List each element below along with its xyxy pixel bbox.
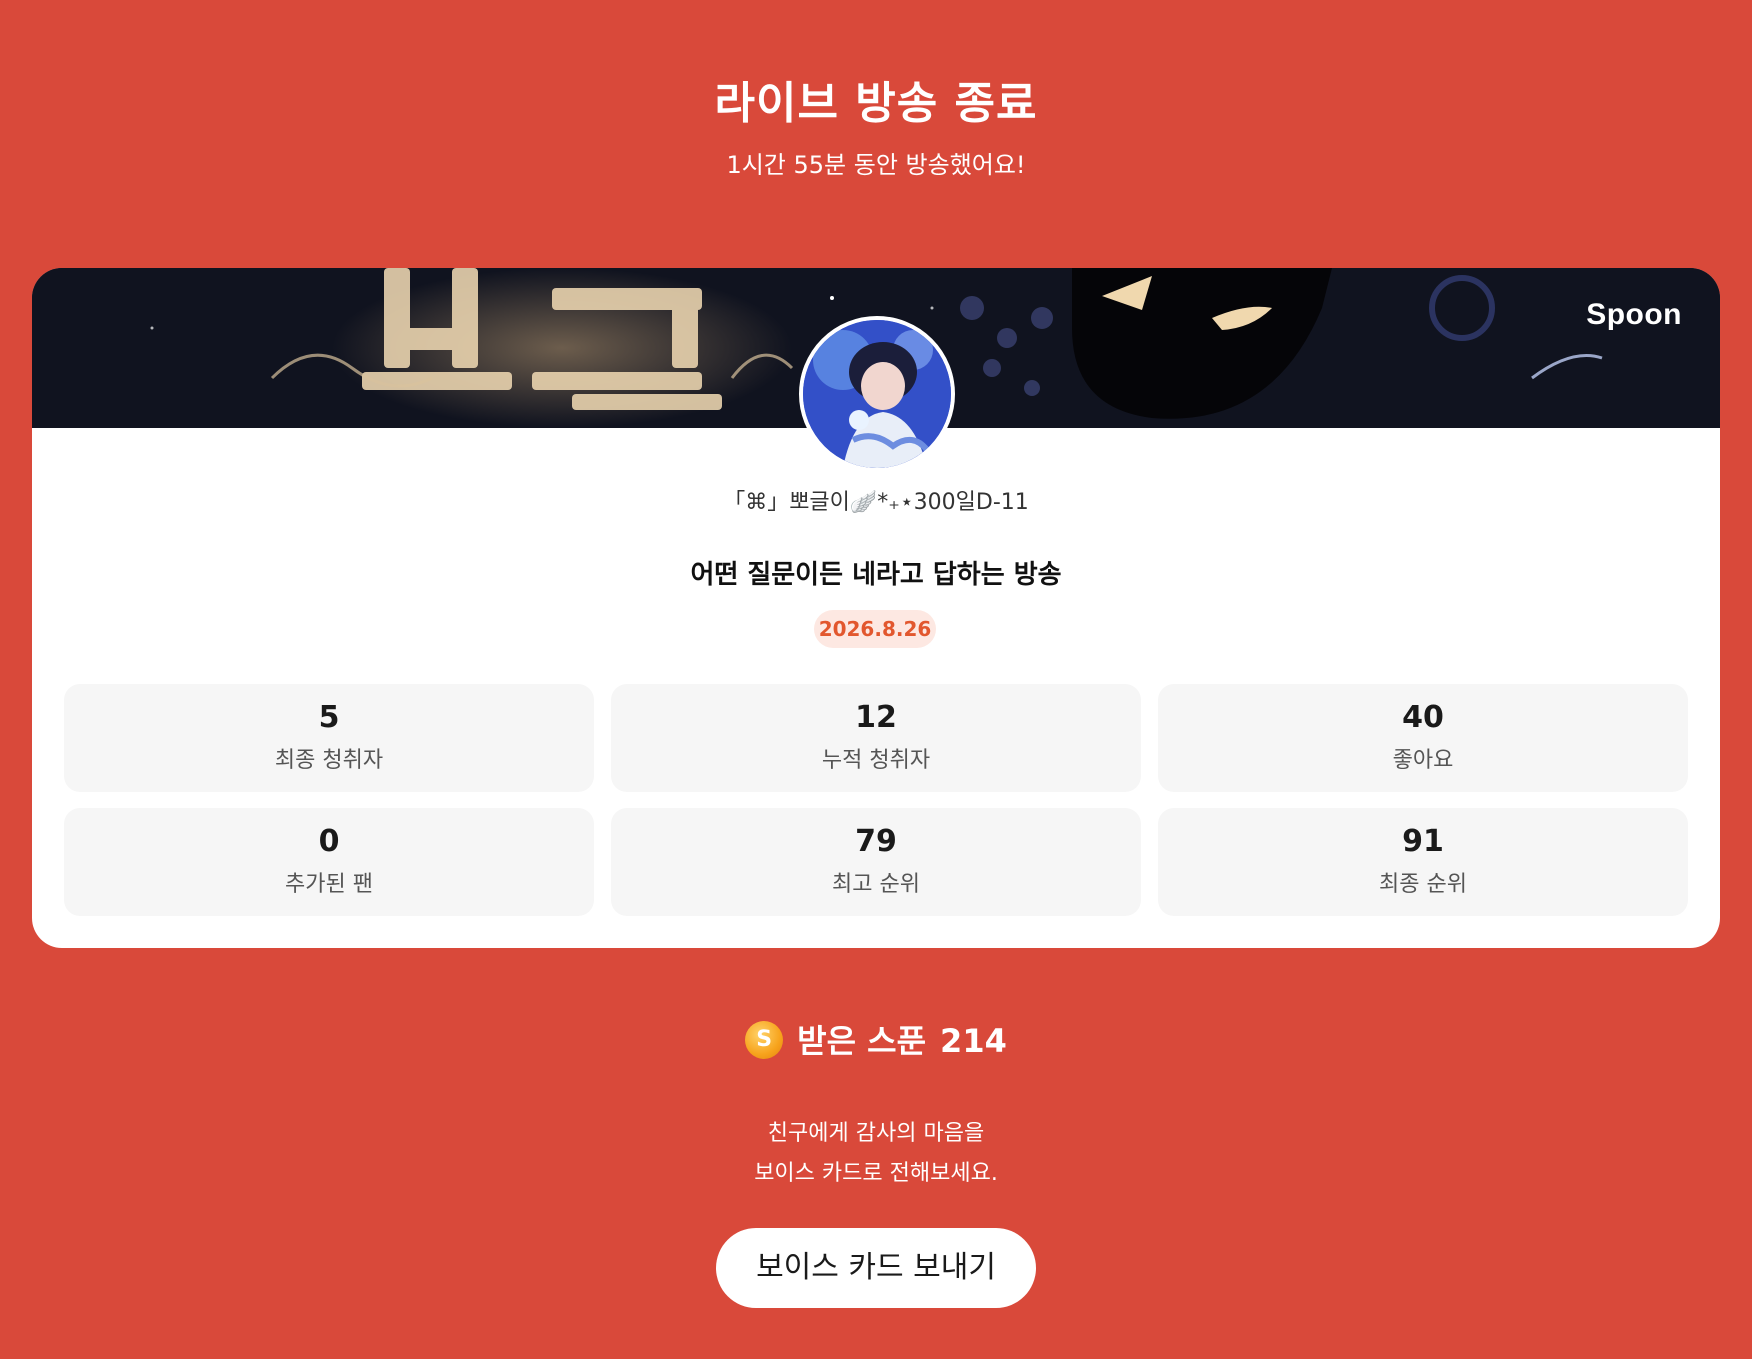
page-title: 라이브 방송 종료: [714, 78, 1038, 129]
avatar[interactable]: [799, 316, 955, 472]
stat-value: 79: [855, 824, 897, 859]
avatar-image: [803, 320, 951, 468]
stat-new-fans: 0 추가된 팬: [64, 808, 594, 916]
stat-value: 5: [318, 700, 340, 735]
voice-card-prompt-line1: 친구에게 감사의 마음을: [767, 1121, 985, 1146]
stat-value: 0: [318, 824, 340, 859]
stat-label: 누적 청취자: [821, 748, 931, 773]
stat-label: 최종 순위: [1379, 872, 1467, 897]
voice-card-prompt: 친구에게 감사의 마음을 보이스 카드로 전해보세요.: [0, 1114, 1752, 1194]
stat-label: 최종 청취자: [274, 748, 384, 773]
stat-likes: 40 좋아요: [1158, 684, 1688, 792]
page-header: 라이브 방송 종료 1시간 55분 동안 방송했어요!: [0, 72, 1752, 182]
stat-value: 40: [1402, 700, 1444, 735]
received-spoons: S 받은 스푼 214: [0, 1016, 1752, 1062]
received-spoons-label: 받은 스푼: [797, 1022, 927, 1060]
stat-value: 91: [1402, 824, 1444, 859]
stat-highest-rank: 79 최고 순위: [611, 808, 1141, 916]
broadcast-summary-card: Spoon 「⌘」뽀글이🪽*₊⋆300일D-11 어떤 질문이든 네라고 답하는…: [32, 268, 1720, 948]
broadcast-duration: 1시간 55분 동안 방송했어요!: [726, 151, 1026, 179]
received-spoons-count: 214: [940, 1022, 1007, 1060]
stat-value: 12: [855, 700, 897, 735]
stat-total-listeners: 12 누적 청취자: [611, 684, 1141, 792]
voice-card-prompt-line2: 보이스 카드로 전해보세요.: [754, 1161, 998, 1186]
stat-label: 좋아요: [1392, 748, 1454, 773]
spoon-logo: Spoon: [1586, 298, 1682, 331]
host-nickname: 「⌘」뽀글이🪽*₊⋆300일D-11: [723, 490, 1029, 515]
stat-final-listeners: 5 최종 청취자: [64, 684, 594, 792]
stat-label: 추가된 팬: [285, 872, 373, 897]
stat-final-rank: 91 최종 순위: [1158, 808, 1688, 916]
send-voice-card-button[interactable]: 보이스 카드 보내기: [716, 1228, 1036, 1308]
broadcast-title: 어떤 질문이든 네라고 답하는 방송: [690, 560, 1062, 590]
stat-label: 최고 순위: [832, 872, 920, 897]
broadcast-date-badge: 2026.8.26: [814, 610, 936, 648]
spoon-coin-icon: S: [745, 1021, 784, 1059]
